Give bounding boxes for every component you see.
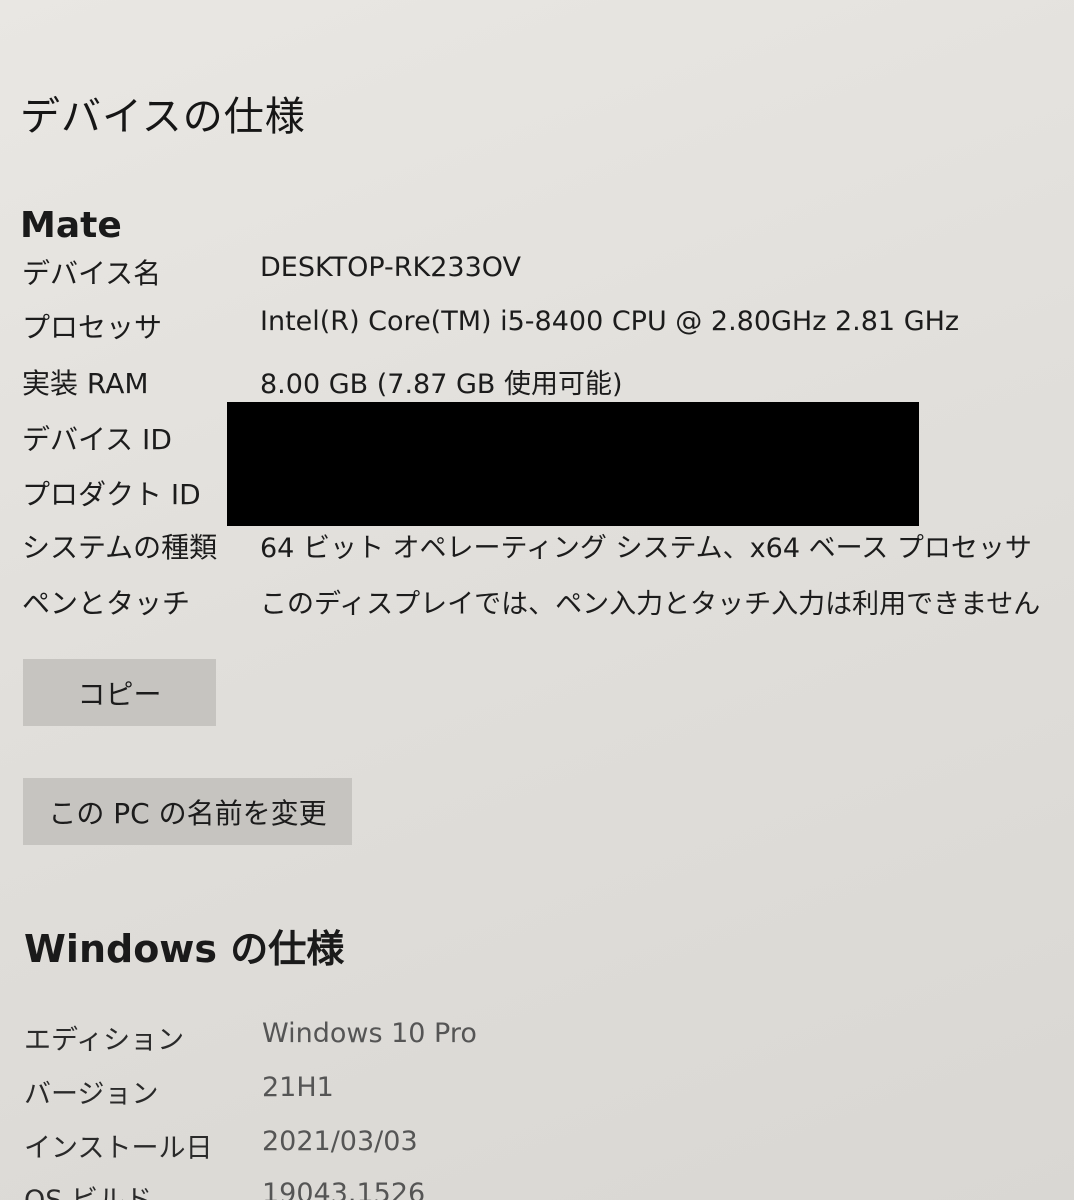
spec-value: 8.00 GB (7.87 GB 使用可能) [260, 369, 623, 400]
win-value: 21H1 [262, 1072, 334, 1103]
copy-button[interactable]: コピー [23, 659, 216, 726]
spec-row-device-name: デバイス名 DESKTOP-RK233OV [22, 252, 1022, 302]
about-settings-page: デバイスの仕様 Mate デバイス名 DESKTOP-RK233OV プロセッサ… [0, 0, 1074, 1200]
win-row-os-build: OS ビルド 19043.1526 [24, 1178, 1024, 1200]
win-row-install-date: インストール日 2021/03/03 [24, 1126, 1024, 1174]
device-heading: Mate [20, 205, 122, 246]
win-value: 2021/03/03 [262, 1126, 418, 1157]
spec-label: デバイス ID [22, 423, 172, 456]
win-label: エディション [24, 1025, 185, 1056]
win-row-edition: エディション Windows 10 Pro [24, 1018, 1024, 1066]
spec-label: デバイス名 [22, 257, 162, 290]
spec-label: 実装 RAM [22, 367, 149, 400]
spec-label: ペンとタッチ [22, 587, 191, 620]
spec-label: プロダクト ID [22, 478, 201, 511]
spec-label: システムの種類 [22, 531, 218, 564]
windows-specs-title: Windows の仕様 [24, 927, 345, 971]
spec-row-processor: プロセッサ Intel(R) Core(TM) i5-8400 CPU @ 2.… [22, 306, 1022, 356]
win-label: インストール日 [24, 1133, 213, 1164]
spec-value: このディスプレイでは、ペン入力とタッチ入力は利用できません [260, 589, 1041, 620]
rename-pc-button[interactable]: この PC の名前を変更 [23, 778, 352, 845]
win-value: Windows 10 Pro [262, 1018, 477, 1049]
device-specs-title: デバイスの仕様 [20, 94, 306, 140]
redaction-block [227, 402, 919, 526]
spec-value: DESKTOP-RK233OV [260, 252, 522, 283]
win-label: バージョン [24, 1079, 159, 1110]
win-value: 19043.1526 [262, 1178, 426, 1200]
spec-row-pen-touch: ペンとタッチ このディスプレイでは、ペン入力とタッチ入力は利用できません [22, 582, 1040, 632]
win-row-version: バージョン 21H1 [24, 1072, 1024, 1120]
spec-row-system-type: システムの種類 64 ビット オペレーティング システム、x64 ベース プロセ… [22, 526, 1032, 576]
win-label: OS ビルド [24, 1178, 152, 1200]
spec-value: 64 ビット オペレーティング システム、x64 ベース プロセッサ [260, 533, 1032, 564]
spec-value: Intel(R) Core(TM) i5-8400 CPU @ 2.80GHz … [260, 306, 960, 337]
spec-label: プロセッサ [22, 311, 163, 344]
